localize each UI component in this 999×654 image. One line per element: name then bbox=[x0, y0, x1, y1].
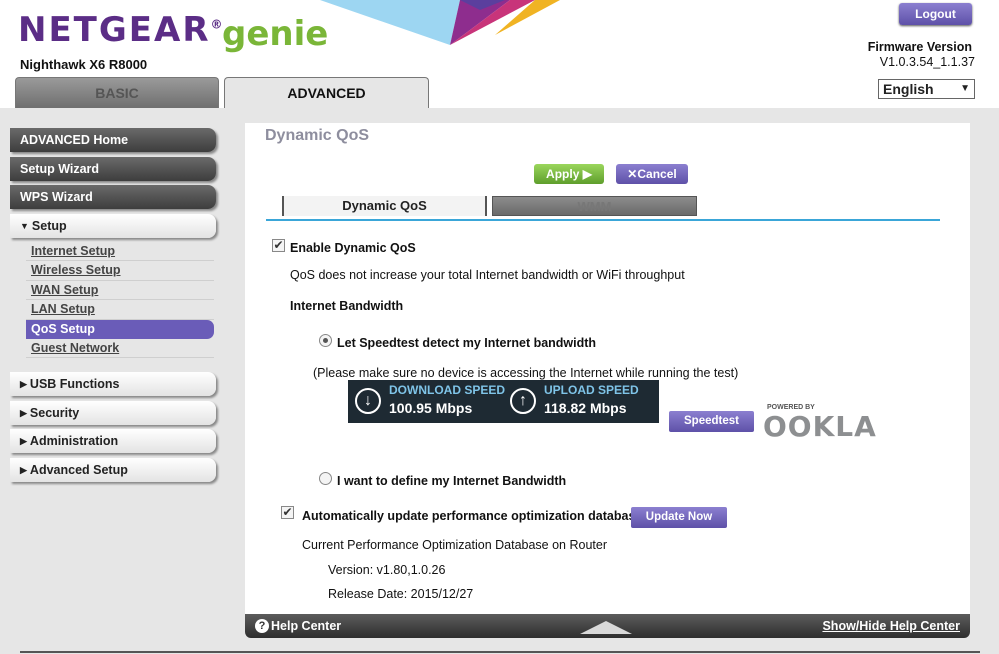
speedtest-note: (Please make sure no device is accessing… bbox=[313, 366, 739, 380]
help-center-label[interactable]: Help Center bbox=[271, 619, 341, 633]
sidebar-item-administration[interactable]: ▶ Administration bbox=[10, 429, 216, 454]
help-icon: ? bbox=[255, 619, 269, 633]
download-speed: ↓ DOWNLOAD SPEED 100.95 Mbps bbox=[348, 380, 506, 423]
content-panel: Dynamic QoS Apply ▶ ✕Cancel Dynamic QoS … bbox=[245, 123, 970, 614]
expand-arrow-icon[interactable] bbox=[580, 621, 632, 634]
upload-speed: ↑ UPLOAD SPEED 118.82 Mbps bbox=[503, 380, 659, 423]
sidebar-item-wan-setup[interactable]: WAN Setup bbox=[26, 281, 214, 301]
apply-button[interactable]: Apply ▶ bbox=[534, 164, 604, 184]
bottom-divider bbox=[20, 651, 980, 653]
show-hide-help-link[interactable]: Show/Hide Help Center bbox=[822, 619, 960, 633]
sidebar-item-guest-network[interactable]: Guest Network bbox=[26, 339, 214, 359]
database-version: Version: v1.80,1.0.26 bbox=[328, 563, 446, 577]
enable-qos-checkbox[interactable]: ✔ bbox=[272, 239, 285, 252]
download-arrow-icon: ↓ bbox=[355, 388, 381, 414]
auto-update-label: Automatically update performance optimiz… bbox=[302, 509, 643, 523]
netgear-logo: NETGEAR® bbox=[18, 10, 225, 50]
database-release-date: Release Date: 2015/12/27 bbox=[328, 587, 474, 601]
qos-note: QoS does not increase your total Interne… bbox=[290, 268, 685, 282]
collapsed-triangle-icon: ▶ bbox=[20, 379, 27, 390]
sidebar-item-setup[interactable]: ▼ Setup bbox=[10, 213, 216, 238]
upload-arrow-icon: ↑ bbox=[510, 388, 536, 414]
sidebar-item-internet-setup[interactable]: Internet Setup bbox=[26, 242, 214, 262]
expanded-triangle-icon: ▼ bbox=[20, 220, 29, 231]
router-model: Nighthawk X6 R8000 bbox=[20, 57, 148, 72]
tab-advanced[interactable]: ADVANCED bbox=[224, 77, 429, 108]
firmware-label: Firmware Version bbox=[867, 40, 972, 54]
collapsed-triangle-icon: ▶ bbox=[20, 407, 27, 418]
speedtest-button[interactable]: Speedtest bbox=[669, 411, 754, 432]
auto-update-checkbox[interactable]: ✔ bbox=[281, 506, 294, 519]
sidebar-item-wireless-setup[interactable]: Wireless Setup bbox=[26, 261, 214, 281]
speedtest-option-label: Let Speedtest detect my Internet bandwid… bbox=[337, 336, 597, 350]
enable-qos-label: Enable Dynamic QoS bbox=[290, 241, 416, 255]
help-center-bar: ? Help Center Show/Hide Help Center bbox=[245, 614, 970, 638]
tab-divider bbox=[266, 219, 940, 221]
sidebar-item-usb-functions[interactable]: ▶ USB Functions bbox=[10, 372, 216, 397]
upload-title: UPLOAD SPEED bbox=[544, 383, 639, 397]
sidebar-item-security[interactable]: ▶ Security bbox=[10, 400, 216, 425]
sidebar: ADVANCED Home Setup Wizard WPS Wizard ▼ S… bbox=[10, 128, 216, 486]
ookla-logo: OOKLA bbox=[763, 410, 877, 443]
sidebar-item-advanced-home[interactable]: ADVANCED Home bbox=[10, 128, 216, 152]
cancel-button[interactable]: ✕Cancel bbox=[616, 164, 688, 184]
language-select[interactable]: English ▼ bbox=[878, 79, 975, 99]
firmware-version: V1.0.3.54_1.1.37 bbox=[879, 55, 975, 69]
banner-graphic bbox=[320, 0, 560, 45]
define-bandwidth-radio[interactable] bbox=[319, 472, 332, 485]
language-value: English bbox=[883, 81, 934, 97]
tab-dynamic-qos[interactable]: Dynamic QoS bbox=[282, 196, 487, 216]
collapsed-triangle-icon: ▶ bbox=[20, 464, 27, 475]
tab-basic[interactable]: BASIC bbox=[15, 77, 219, 108]
page-title: Dynamic QoS bbox=[265, 127, 370, 144]
sidebar-item-advanced-setup[interactable]: ▶ Advanced Setup bbox=[10, 457, 216, 482]
setup-submenu: Internet Setup Wireless Setup WAN Setup … bbox=[26, 242, 214, 359]
upload-value: 118.82 Mbps bbox=[544, 400, 627, 416]
download-value: 100.95 Mbps bbox=[389, 400, 473, 416]
dropdown-arrow-icon: ▼ bbox=[960, 83, 970, 94]
sidebar-item-wps-wizard[interactable]: WPS Wizard bbox=[10, 185, 216, 209]
update-now-button[interactable]: Update Now bbox=[631, 507, 727, 528]
database-label: Current Performance Optimization Databas… bbox=[302, 538, 608, 552]
define-bandwidth-label: I want to define my Internet Bandwidth bbox=[337, 474, 567, 488]
speed-results-panel: ↓ DOWNLOAD SPEED 100.95 Mbps ↑ UPLOAD SP… bbox=[348, 380, 659, 423]
bandwidth-heading: Internet Bandwidth bbox=[290, 299, 404, 313]
sidebar-item-lan-setup[interactable]: LAN Setup bbox=[26, 300, 214, 320]
speedtest-radio[interactable] bbox=[319, 334, 332, 347]
download-title: DOWNLOAD SPEED bbox=[389, 383, 506, 397]
collapsed-triangle-icon: ▶ bbox=[20, 436, 27, 447]
sidebar-item-qos-setup[interactable]: QoS Setup bbox=[26, 319, 214, 339]
sidebar-item-setup-wizard[interactable]: Setup Wizard bbox=[10, 156, 216, 181]
tab-wmm[interactable]: WMM bbox=[492, 196, 697, 216]
logout-button[interactable]: Logout bbox=[899, 3, 972, 25]
